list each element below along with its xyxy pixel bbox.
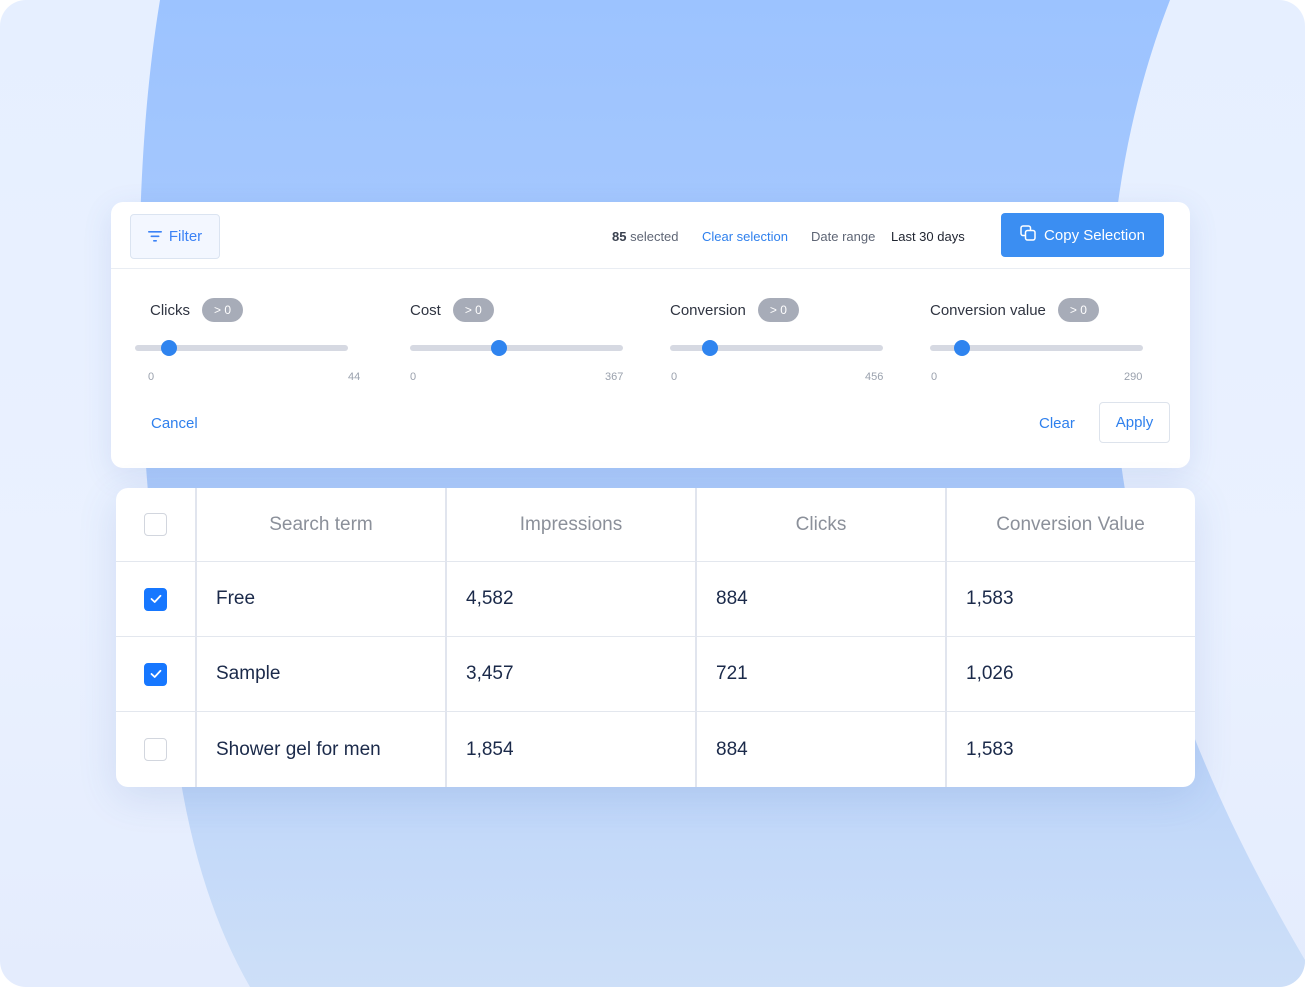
cell-clicks: 884 [716,588,748,609]
results-table: Search term Impressions Clicks Conversio… [116,488,1195,787]
filter-panel: Filter 85 selected Clear selection Date … [111,202,1190,468]
cell-search-term: Shower gel for men [216,738,381,760]
filter-cost-slider[interactable] [410,340,623,356]
cell-search-term: Free [216,588,256,609]
filter-conversion-value-min: 0 [931,371,938,383]
apply-button[interactable]: Apply [1099,402,1170,443]
table-row[interactable]: Free 4,582 884 1,583 [116,562,1195,637]
filter-conversion-max: 456 [865,371,884,383]
filter-conversion-min: 0 [671,371,678,383]
filter-conversion-label: Conversion [670,301,746,319]
column-divider [195,488,197,787]
cell-impressions: 3,457 [466,663,514,684]
filter-conversion-handle[interactable] [702,340,719,356]
copy-icon [1020,225,1036,245]
filter-clicks: Clicks > 0 0 44 [135,298,390,388]
row-checkbox-checked[interactable] [144,587,167,611]
filter-clicks-min: 0 [148,371,155,383]
filter-conversion-value-badge[interactable]: > 0 [1057,298,1099,322]
filter-conversion-value-max: 290 [1124,371,1143,383]
filter-button-label: Filter [168,228,203,245]
clear-button[interactable]: Clear [1039,415,1075,432]
copy-selection-label: Copy Selection [1044,226,1145,244]
table-row[interactable]: Shower gel for men 1,854 884 1,583 [116,712,1195,787]
selected-count-suffix: selected [630,229,679,244]
select-all-cell [144,488,167,561]
cancel-button[interactable]: Cancel [151,415,198,432]
cell-search-term: Sample [216,663,281,684]
cell-clicks: 884 [716,738,748,760]
column-header-impressions[interactable]: Impressions [446,488,696,561]
row-checkbox[interactable] [144,738,167,761]
column-divider [945,488,947,787]
filter-conversion-value-slider[interactable] [930,340,1143,356]
filter-button[interactable]: Filter [130,214,220,259]
selected-count-number: 85 [612,229,627,244]
filter-cost-handle[interactable] [491,340,508,356]
cell-conversion-value: 1,026 [966,663,1014,684]
column-header-conversion-value[interactable]: Conversion Value [946,488,1195,561]
row-checkbox-cell [144,712,167,787]
date-range-label: Date range [811,229,876,244]
table-row[interactable]: Sample 3,457 721 1,026 [116,637,1195,712]
filter-cost-max: 367 [605,371,624,383]
filter-conversion-value-handle[interactable] [953,340,970,356]
filter-clicks-max: 44 [348,371,361,383]
filter-conversion-badge[interactable]: > 0 [757,298,799,322]
copy-selection-button[interactable]: Copy Selection [1001,213,1164,257]
filter-conversion-slider[interactable] [670,340,883,356]
cell-conversion-value: 1,583 [966,588,1014,609]
filter-clicks-slider[interactable] [135,340,348,356]
filter-cost-label: Cost [410,301,441,319]
row-checkbox-cell [144,637,167,711]
cell-conversion-value: 1,583 [966,738,1014,760]
filter-cost-min: 0 [410,371,417,383]
row-checkbox-cell [144,562,167,636]
filter-clicks-label: Clicks [150,301,190,319]
checkmark-icon [150,669,161,678]
filter-conversion-value: Conversion value > 0 0 290 [930,298,1170,388]
selected-count: 85 selected [612,229,679,245]
filter-toolbar: Filter 85 selected Clear selection Date … [111,202,1190,269]
cell-clicks: 721 [716,663,748,684]
filter-conversion: Conversion > 0 0 456 [670,298,910,388]
column-header-clicks[interactable]: Clicks [696,488,946,561]
filter-clicks-handle[interactable] [161,340,178,356]
row-checkbox-checked[interactable] [144,662,167,686]
filter-cost-badge[interactable]: > 0 [452,298,494,322]
clear-selection-link[interactable]: Clear selection [702,229,788,245]
background-canvas: Filter 85 selected Clear selection Date … [0,0,1305,987]
column-divider [695,488,697,787]
select-all-checkbox[interactable] [144,513,167,536]
filter-conversion-value-label: Conversion value [930,301,1046,319]
checkmark-icon [150,594,161,603]
column-header-search-term[interactable]: Search term [196,488,446,561]
filter-icon [147,231,162,242]
table-header-row: Search term Impressions Clicks Conversio… [116,488,1195,562]
filter-cost: Cost > 0 0 367 [410,298,650,388]
cell-impressions: 4,582 [466,588,514,609]
column-divider [445,488,447,787]
filter-clicks-badge[interactable]: > 0 [202,298,244,322]
cell-impressions: 1,854 [466,738,514,760]
date-range-value[interactable]: Last 30 days [891,229,965,245]
